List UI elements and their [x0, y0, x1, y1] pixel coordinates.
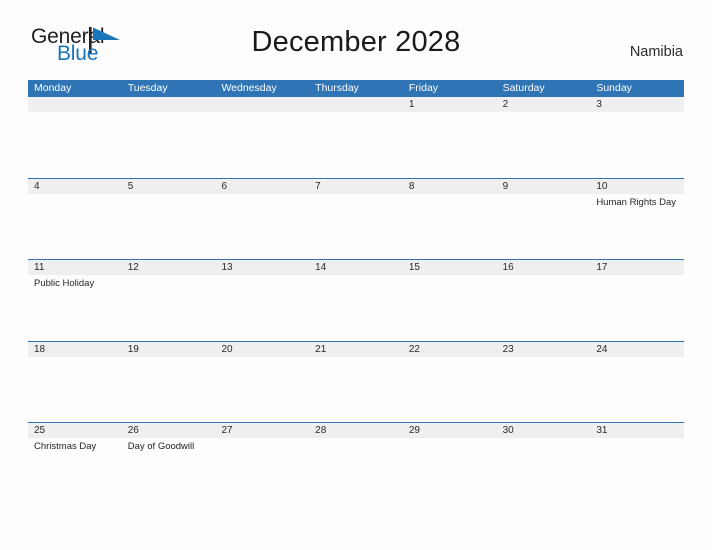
day-number: 24 [596, 343, 608, 355]
day-number [34, 97, 122, 112]
calendar-week-row: 18 19 20 21 22 23 24 [28, 340, 684, 423]
day-number: 22 [408, 343, 420, 355]
day-cell-7[interactable]: 7 [309, 179, 403, 260]
day-cell-4[interactable]: 4 [28, 179, 122, 260]
day-cell-14[interactable]: 14 [309, 260, 403, 341]
day-number: 30 [502, 425, 514, 436]
day-number: 17 [596, 262, 608, 273]
day-cell-empty [215, 97, 309, 178]
day-number: 9 [502, 180, 509, 192]
week-cells: 25 Christmas Day 26 Day of Goodwill 27 28 29 30… [28, 423, 684, 504]
day-number: 5 [127, 180, 134, 192]
week-cells: 1 2 3 [28, 97, 684, 178]
day-cell-16[interactable]: 16 [497, 260, 591, 341]
day-number: 31 [596, 425, 608, 436]
day-cell-6[interactable]: 6 [215, 179, 309, 260]
day-event-label: Public Holiday [34, 278, 95, 289]
day-number: 8 [408, 180, 415, 192]
day-event-label: Christmas Day [34, 441, 97, 452]
week-cells: 18 19 20 21 22 23 24 [28, 342, 684, 423]
day-cell-empty [28, 97, 122, 178]
day-cell-20[interactable]: 20 [215, 342, 309, 423]
page-header: General Blue December 2028 Namibia [0, 0, 712, 64]
day-cell-21[interactable]: 21 [309, 342, 403, 423]
day-number: 29 [408, 425, 420, 436]
day-number: 3 [596, 99, 602, 110]
weekday-header-wednesday: Wednesday [221, 82, 277, 94]
day-number: 16 [502, 262, 514, 273]
day-cell-8[interactable]: 8 [403, 179, 497, 260]
day-cell-26[interactable]: 26 Day of Goodwill [122, 423, 216, 504]
day-number [221, 97, 309, 112]
calendar-grid: Monday Tuesday Wednesday Thursday Friday Satu… [28, 80, 684, 504]
day-number [315, 97, 403, 112]
day-cell-22[interactable]: 22 [403, 342, 497, 423]
day-number: 4 [34, 180, 40, 192]
day-number: 28 [315, 425, 327, 436]
day-cell-5[interactable]: 5 [122, 179, 216, 260]
weekday-header-friday: Friday [408, 82, 439, 94]
day-cell-30[interactable]: 30 [497, 423, 591, 504]
day-cell-29[interactable]: 29 [403, 423, 497, 504]
calendar-week-row: 4 5 6 7 8 9 10 Human Rights Day [28, 177, 684, 260]
day-number: 11 [34, 262, 45, 273]
day-number: 27 [221, 425, 233, 436]
day-event-label: Day of Goodwill [127, 441, 195, 452]
day-cell-23[interactable]: 23 [497, 342, 591, 423]
calendar-week-row: 25 Christmas Day 26 Day of Goodwill 27 28 29 30… [28, 422, 684, 504]
day-number: 13 [221, 262, 233, 273]
day-number: 1 [408, 99, 415, 110]
weekday-header-row: Monday Tuesday Wednesday Thursday Friday Satu… [28, 80, 684, 97]
day-cell-18[interactable]: 18 [28, 342, 122, 423]
day-cell-25[interactable]: 25 Christmas Day [28, 423, 122, 504]
day-number: 25 [34, 425, 46, 436]
day-cell-11[interactable]: 11 Public Holiday [28, 260, 122, 341]
day-number: 26 [127, 425, 139, 436]
weekday-header-saturday: Saturday [502, 82, 545, 94]
day-cell-empty [122, 97, 216, 178]
week-cells: 4 5 6 7 8 9 10 Human Rights Day [28, 179, 684, 260]
calendar-week-row: 1 2 3 [28, 97, 684, 178]
page-title: December 2028 [251, 26, 461, 58]
day-cell-28[interactable]: 28 [309, 423, 403, 504]
day-number: 19 [127, 343, 139, 355]
day-cell-1[interactable]: 1 [403, 97, 497, 178]
day-number: 21 [315, 343, 327, 355]
day-cell-2[interactable]: 2 [497, 97, 591, 178]
week-cells: 11 Public Holiday 12 13 14 15 16 17 [28, 260, 684, 341]
day-event-label: Human Rights Day [596, 196, 677, 208]
calendar-weeks: 1 2 3 4 5 6 7 8 9 10 Human Rights Day 11 Public Holi… [28, 97, 684, 504]
day-cell-27[interactable]: 27 [215, 423, 309, 504]
day-cell-17[interactable]: 17 [590, 260, 684, 341]
day-number: 2 [502, 99, 509, 110]
calendar-week-row: 11 Public Holiday 12 13 14 15 16 17 [28, 259, 684, 341]
weekday-header-monday: Monday [34, 82, 72, 94]
day-cell-13[interactable]: 13 [215, 260, 309, 341]
day-cell-3[interactable]: 3 [590, 97, 684, 178]
day-cell-empty [309, 97, 403, 178]
day-number: 23 [502, 343, 514, 355]
day-number [128, 97, 216, 112]
region-label: Namibia [629, 44, 683, 60]
day-cell-24[interactable]: 24 [590, 342, 684, 423]
day-number: 10 [596, 180, 608, 192]
weekday-header-tuesday: Tuesday [127, 82, 168, 94]
calendar-page: General Blue December 2028 Namibia Monda… [0, 0, 712, 550]
day-cell-10[interactable]: 10 Human Rights Day [590, 179, 684, 260]
day-number: 15 [408, 262, 420, 273]
day-cell-15[interactable]: 15 [403, 260, 497, 341]
day-number: 7 [315, 180, 321, 192]
day-number: 6 [221, 180, 227, 192]
weekday-header-sunday: Sunday [596, 82, 632, 94]
weekday-header-thursday: Thursday [315, 82, 359, 94]
day-number: 12 [127, 262, 139, 273]
day-cell-31[interactable]: 31 [590, 423, 684, 504]
day-number: 14 [315, 262, 327, 273]
day-number: 18 [34, 343, 46, 355]
day-number: 20 [221, 343, 233, 355]
day-cell-12[interactable]: 12 [122, 260, 216, 341]
day-cell-19[interactable]: 19 [122, 342, 216, 423]
day-cell-9[interactable]: 9 [497, 179, 591, 260]
